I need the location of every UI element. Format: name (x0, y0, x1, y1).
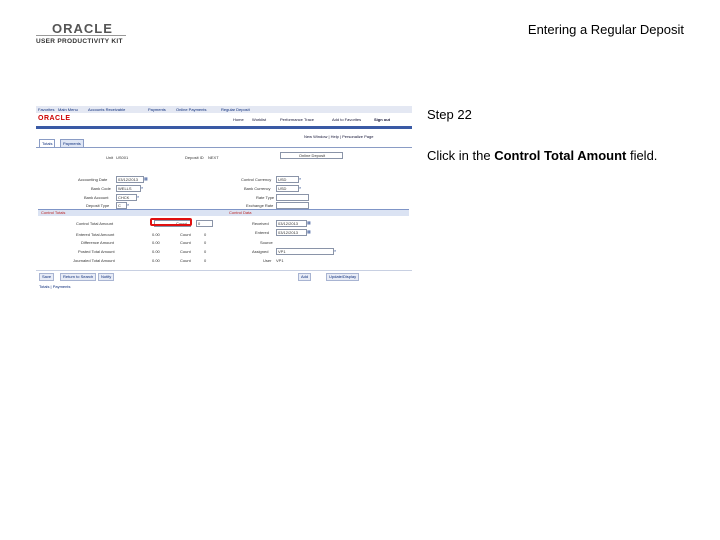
bank-currency-field[interactable]: USD (276, 185, 299, 192)
link-sign-out[interactable]: Sign out (374, 117, 390, 122)
control-currency-label: Control Currency (241, 177, 272, 182)
bank-currency-label: Bank Currency (244, 186, 271, 191)
calendar-icon[interactable]: ▦ (307, 220, 311, 225)
logo-text: ORACLE (36, 22, 126, 36)
deposit-type-label: Deposit Type (86, 203, 110, 208)
calendar-icon[interactable]: ▦ (144, 176, 148, 181)
unit-label: Unit (106, 155, 114, 160)
lookup-icon[interactable]: ⌕ (334, 248, 336, 253)
nav-regular-deposit[interactable]: Regular Deposit (221, 107, 250, 112)
target-highlight-box (150, 218, 192, 226)
journaled-count-label: Count (180, 258, 191, 263)
footer-divider (36, 270, 412, 271)
calendar-icon[interactable]: ▦ (307, 229, 311, 234)
lookup-icon[interactable]: ⌕ (137, 194, 139, 199)
user-label: User (263, 258, 272, 263)
page-links[interactable]: New Window | Help | Personalize Page (304, 134, 373, 139)
lookup-icon[interactable]: ⌕ (141, 185, 143, 190)
footer-links[interactable]: Totals | Payments (39, 284, 71, 289)
posted-total-value: 0.00 (152, 249, 160, 254)
step-instruction: Click in the Control Total Amount field. (427, 148, 697, 164)
save-button[interactable]: Save (39, 273, 55, 281)
entered-label: Entered (255, 230, 270, 235)
rate-type-field[interactable] (276, 194, 309, 201)
received-label: Received (252, 221, 269, 226)
entered-total-value: 0.00 (152, 232, 160, 237)
bank-account-field[interactable]: CHCK (116, 194, 137, 201)
tab-totals[interactable]: Totals (39, 139, 56, 147)
instruction-prefix: Click in the (427, 148, 495, 163)
deposit-type-field[interactable]: C (116, 202, 127, 209)
lookup-icon[interactable]: ⌕ (299, 176, 301, 181)
instruction-suffix: field. (626, 148, 658, 163)
link-add-favorites[interactable]: Add to Favorites (332, 117, 361, 122)
link-worklist[interactable]: Worklist (252, 117, 266, 122)
instruction-target: Control Total Amount (494, 148, 627, 163)
link-home[interactable]: Home (233, 117, 244, 122)
posted-total-label: Posted Total Amount (78, 249, 115, 254)
tabs-divider (36, 147, 412, 148)
unit-value: US001 (116, 155, 129, 160)
accounting-date-field[interactable]: 03/12/2013 (116, 176, 144, 183)
tab-payments[interactable]: Payments (60, 139, 84, 147)
control-currency-field[interactable]: USD (276, 176, 299, 183)
app-brand: ORACLE (38, 115, 71, 122)
step-number: Step 22 (427, 107, 472, 122)
entered-count-label: Count (180, 232, 191, 237)
breadcrumb-bar: Favorites Main Menu Accounts Receivable … (36, 106, 412, 113)
accounting-date-label: Accounting Date (78, 177, 108, 182)
link-performance-trace[interactable]: Performance Trace (280, 117, 314, 122)
entered-date-field[interactable]: 03/12/2013 (276, 229, 307, 236)
bank-account-label: Bank Account (84, 195, 109, 200)
journaled-total-label: Journaled Total Amount (73, 258, 115, 263)
difference-count-value: 0 (204, 240, 207, 245)
user-value: VP1 (276, 258, 284, 263)
deposit-id-value: NEXT (208, 155, 219, 160)
deposit-status-field: Online Deposit (280, 152, 343, 159)
journaled-count-value: 0 (204, 258, 207, 263)
control-count-field[interactable]: 0 (196, 220, 213, 227)
exchange-rate-field[interactable] (276, 202, 309, 209)
entered-count-value: 0 (204, 232, 207, 237)
source-label: Source (260, 240, 273, 245)
posted-count-value: 0 (204, 249, 207, 254)
difference-amount-value: 0.00 (152, 240, 160, 245)
oracle-upk-logo: ORACLE USER PRODUCTIVITY KIT (36, 22, 126, 45)
nav-favorites[interactable]: Favorites (38, 107, 54, 112)
logo-subtitle: USER PRODUCTIVITY KIT (36, 38, 123, 45)
nav-accounts-receivable[interactable]: Accounts Receivable (88, 107, 125, 112)
difference-count-label: Count (180, 240, 191, 245)
posted-count-label: Count (180, 249, 191, 254)
header-divider (36, 126, 412, 129)
entered-total-label: Entered Total Amount (76, 232, 115, 237)
document-title: Entering a Regular Deposit (527, 22, 684, 37)
add-button[interactable]: Add (298, 273, 312, 281)
nav-online-payments[interactable]: Online Payments (176, 107, 206, 112)
assigned-field[interactable]: VP1 (276, 248, 334, 255)
nav-main-menu[interactable]: Main Menu (58, 107, 78, 112)
bank-code-field[interactable]: WELLS (116, 185, 141, 192)
bank-code-label: Bank Code (91, 186, 111, 191)
journaled-total-value: 0.00 (152, 258, 160, 263)
control-data-header: Control Data (226, 209, 409, 216)
rate-type-label: Rate Type (256, 195, 275, 200)
exchange-rate-label: Exchange Rate (246, 203, 274, 208)
nav-payments[interactable]: Payments (148, 107, 166, 112)
application-screenshot: Favorites Main Menu Accounts Receivable … (36, 106, 412, 292)
difference-amount-label: Difference Amount (81, 240, 114, 245)
lookup-icon[interactable]: ⌕ (299, 185, 301, 190)
control-totals-header: Control Totals (38, 209, 226, 216)
assigned-label: Assigned (252, 249, 269, 254)
received-date-field[interactable]: 03/12/2013 (276, 220, 307, 227)
lookup-icon[interactable]: ⌕ (127, 202, 129, 207)
update-display-button[interactable]: Update/Display (326, 273, 360, 281)
notify-button[interactable]: Notify (98, 273, 115, 281)
control-total-amount-label: Control Total Amount (76, 221, 114, 226)
deposit-id-label: Deposit ID (185, 155, 204, 160)
return-to-search-button[interactable]: Return to Search (60, 273, 97, 281)
